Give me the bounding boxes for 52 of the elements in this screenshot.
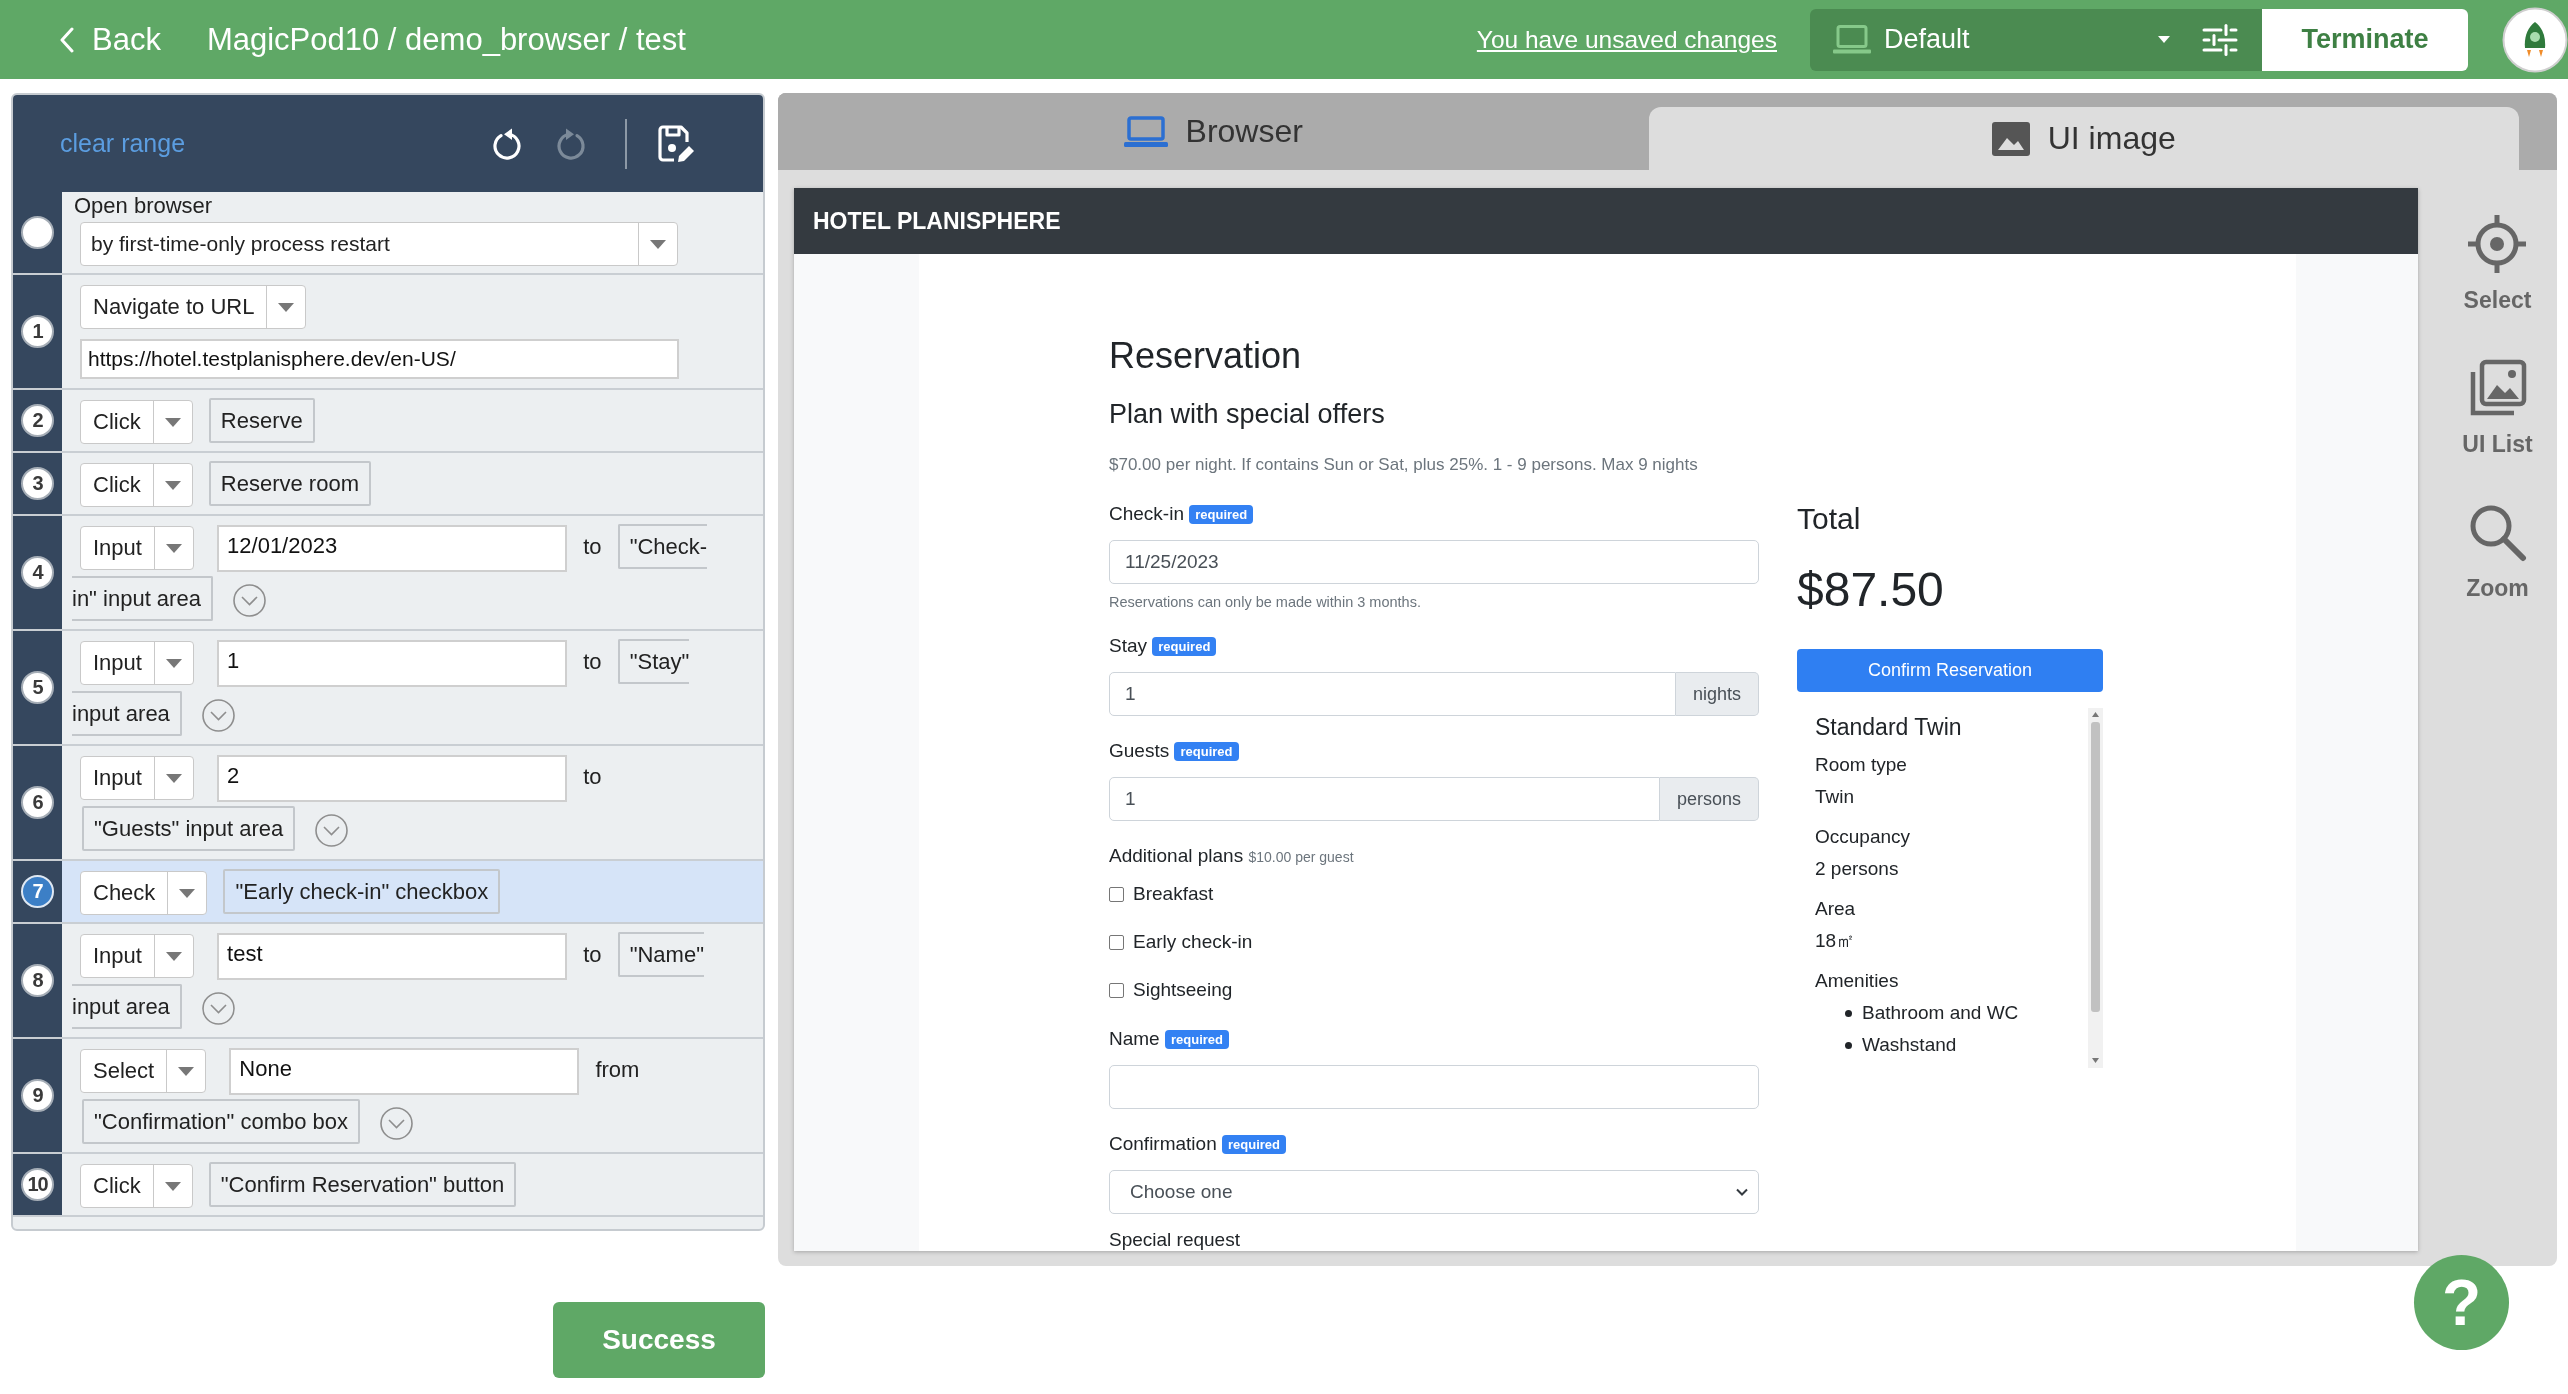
amenity-item: Bathroom and WC [1862,1001,2019,1025]
field-label: Guests [1109,740,1170,761]
detail-label: Room type [1815,753,1908,777]
required-badge: required [1222,1135,1286,1154]
required-badge: required [1189,505,1254,524]
field-label: Name [1109,1028,1160,1049]
connector-label: to [583,534,602,559]
connector-label: from [595,1057,640,1082]
detail-label: Occupancy [1815,825,1912,849]
field-label: Stay [1109,635,1148,656]
page-heading: Reservation [1109,334,1303,377]
site-title: HOTEL PLANISPHERE [813,207,1061,235]
connector-label: to [583,764,602,789]
step-number: 6 [21,786,54,819]
detail-value: 18㎡ [1815,929,1857,953]
detail-value: 2 persons [1815,857,1900,881]
step-number: 9 [21,1079,54,1112]
amenity-item: Washstand [1862,1033,1957,1057]
detail-value: Twin [1815,785,1856,809]
checkbox-label: Breakfast [1133,883,1214,905]
step-number: 8 [21,964,54,997]
plan-title: Plan with special offers [1109,398,1386,430]
help-text: Reservations can only be made within 3 months. [1109,593,1422,611]
step-number: 7 [21,875,54,908]
field-label: Confirmation [1109,1133,1217,1154]
step-number: 1 [21,315,54,348]
breadcrumb-title: MagicPod10 / demo_browser / test [206,21,686,58]
total-label: Total [1797,501,1862,537]
required-badge: required [1164,1030,1229,1049]
plan-description: $70.00 per night. If contains Sun or Sat, plus 25%. 1 - 9 persons. Max 9 nights [1109,454,1699,476]
step-number: 3 [21,467,54,500]
room-name: Standard Twin [1815,713,1963,741]
field-label: Special request [1109,1229,1240,1250]
checkbox-label: Early check-in [1133,931,1253,953]
required-badge: required [1174,742,1239,761]
unit-label: persons [1659,777,1759,821]
connector-label: to [583,942,602,967]
detail-label: Amenities [1815,969,1900,993]
connector-label: to [583,649,602,674]
step-number: 2 [21,404,54,437]
step-number: 4 [21,556,54,589]
step-title: Open browser [73,195,214,217]
field-label: Check-in [1109,503,1184,524]
field-label: Additional plans [1109,845,1244,866]
detail-label: Area [1815,897,1857,921]
step-number: 10 [21,1168,54,1201]
required-badge: required [1152,637,1217,656]
step-number: 5 [21,671,54,704]
unit-label: nights [1675,672,1759,716]
total-price: $87.50 [1797,562,1945,618]
price-note: $10.00 per guest [1248,849,1354,865]
checkbox-label: Sightseeing [1133,979,1233,1001]
